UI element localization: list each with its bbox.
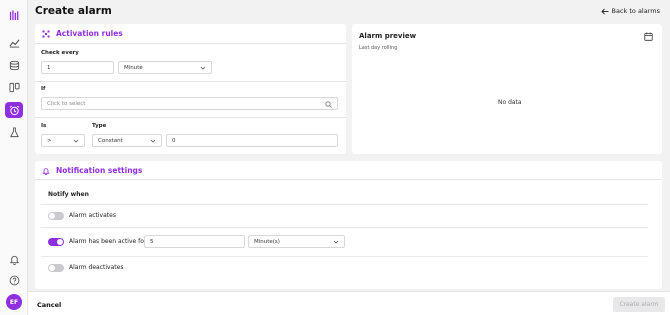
sparkle-icon xyxy=(42,30,50,37)
active-duration-input[interactable]: 5 xyxy=(144,235,245,248)
alarm-activates-label: Alarm activates xyxy=(69,212,116,219)
back-link-label: Back to alarms xyxy=(611,7,661,15)
divider xyxy=(41,204,648,205)
active-duration-unit-select[interactable]: Minute(s) xyxy=(248,235,345,248)
notify-when-label: Notify when xyxy=(48,191,89,198)
flask-icon[interactable] xyxy=(7,125,21,139)
cancel-button[interactable]: Cancel xyxy=(37,301,61,309)
chevron-down-icon xyxy=(73,139,79,143)
alarm-active-for-label: Alarm has been active for xyxy=(69,238,147,245)
check-every-label: Check every xyxy=(41,50,79,56)
is-label: Is xyxy=(41,123,47,129)
check-every-unit-select[interactable]: Minute xyxy=(118,61,212,74)
divider xyxy=(35,43,346,44)
notification-settings-card xyxy=(35,161,662,289)
operator-select[interactable]: > xyxy=(41,134,85,147)
notification-settings-title: Notification settings xyxy=(42,166,142,175)
back-to-alarms-link[interactable]: Back to alarms xyxy=(600,7,661,15)
page-title: Create alarm xyxy=(35,5,112,17)
alarm-active-for-toggle[interactable] xyxy=(48,238,64,246)
search-icon xyxy=(325,101,332,108)
calendar-icon[interactable] xyxy=(644,32,653,43)
no-data-text: No data xyxy=(498,99,522,106)
arrow-left-icon xyxy=(600,8,608,14)
alarm-clock-icon[interactable] xyxy=(5,102,23,118)
chevron-down-icon xyxy=(200,66,206,70)
activation-rules-title: Activation rules xyxy=(42,29,123,38)
help-icon[interactable] xyxy=(7,273,21,287)
chevron-down-icon xyxy=(333,240,339,244)
alarm-preview-card xyxy=(352,24,662,154)
alarm-deactivates-label: Alarm deactivates xyxy=(69,264,124,271)
layers-icon[interactable] xyxy=(7,58,21,72)
create-alarm-button[interactable]: Create alarm xyxy=(613,297,665,312)
logo-bars-icon[interactable] xyxy=(7,8,21,22)
check-every-input[interactable]: 1 xyxy=(41,61,114,74)
chart-icon[interactable] xyxy=(7,35,21,49)
bell-icon[interactable] xyxy=(7,252,21,266)
divider xyxy=(35,117,346,118)
divider xyxy=(35,81,346,82)
alarm-preview-subtitle: Last day rolling xyxy=(359,45,398,51)
if-label: If xyxy=(41,86,46,92)
if-metric-select[interactable]: Click to select xyxy=(41,97,338,110)
type-label: Type xyxy=(92,123,107,129)
divider xyxy=(41,256,648,257)
type-select[interactable]: Constant xyxy=(92,134,162,147)
chevron-down-icon xyxy=(150,139,156,143)
footer-bar xyxy=(28,291,670,315)
threshold-input[interactable]: 0 xyxy=(166,134,338,147)
board-icon[interactable] xyxy=(7,80,21,94)
bell-icon xyxy=(42,167,50,175)
alarm-deactivates-toggle[interactable] xyxy=(48,264,64,272)
divider xyxy=(41,227,648,228)
sidebar: EF xyxy=(0,0,28,315)
alarm-activates-toggle[interactable] xyxy=(48,212,64,220)
avatar[interactable]: EF xyxy=(6,294,22,310)
alarm-preview-title: Alarm preview xyxy=(359,32,417,40)
divider xyxy=(35,179,662,180)
